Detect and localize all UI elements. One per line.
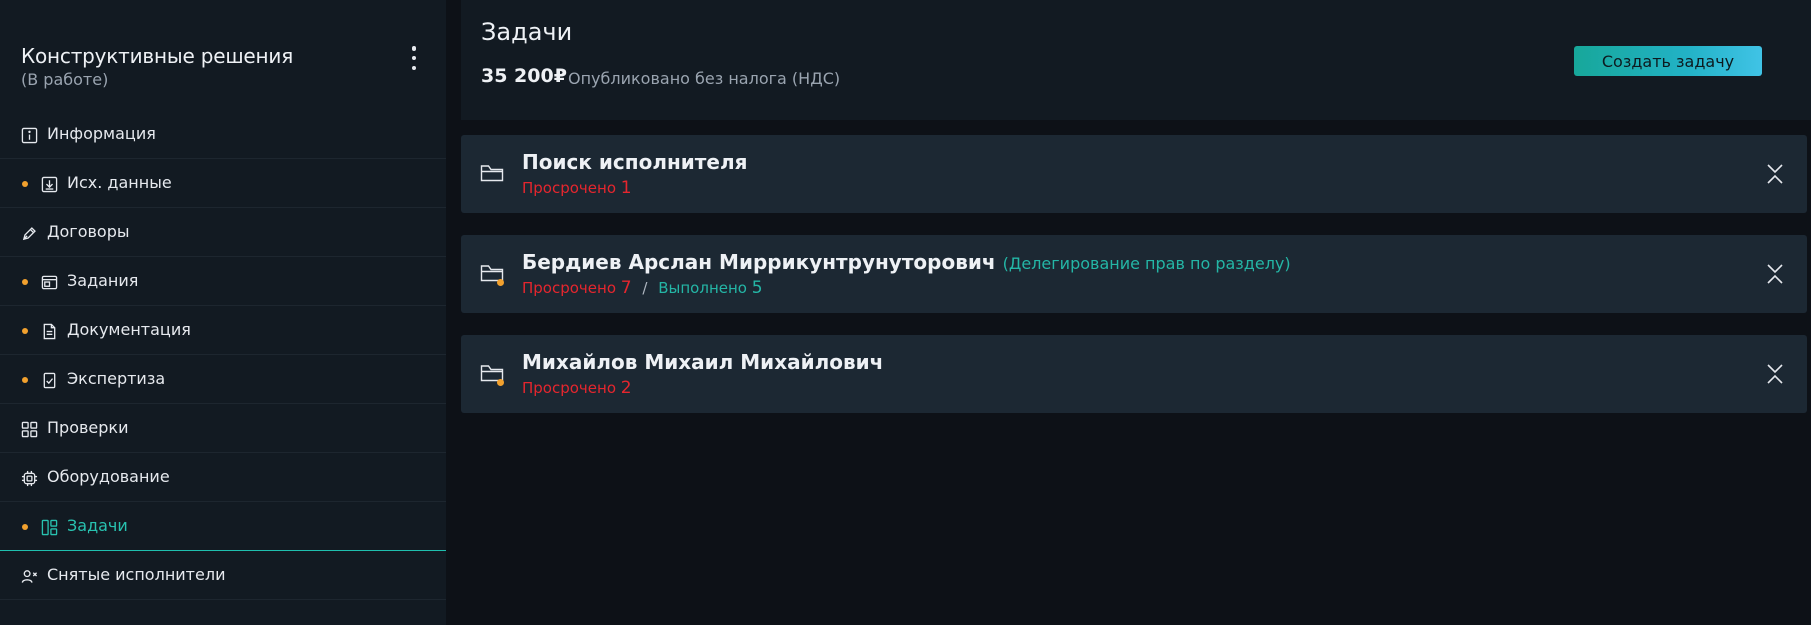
page-title: Задачи bbox=[481, 18, 573, 46]
sidebar-item-label: Информация bbox=[47, 124, 156, 143]
done-count: 5 bbox=[751, 278, 763, 298]
group-status: Просрочено 1 bbox=[522, 178, 632, 198]
board-icon bbox=[40, 518, 58, 536]
group-title: Поиск исполнителя bbox=[522, 150, 748, 174]
project-status: (В работе) bbox=[21, 70, 109, 89]
group-title: Михайлов Михаил Михайлович bbox=[522, 350, 884, 374]
chip-icon bbox=[20, 469, 38, 487]
task-group-search-executor[interactable]: Поиск исполнителя Просрочено 1 bbox=[461, 135, 1807, 213]
tax-note: Опубликовано без налога (НДС) bbox=[568, 69, 841, 88]
done-label: Выполнено bbox=[658, 279, 747, 297]
overdue-label: Просрочено bbox=[522, 279, 616, 297]
notification-dot bbox=[22, 279, 28, 285]
sidebar-item-label: Оборудование bbox=[47, 467, 170, 486]
grid-icon bbox=[20, 420, 38, 438]
window-icon bbox=[40, 273, 58, 291]
collapse-icon[interactable] bbox=[1765, 163, 1785, 185]
sidebar: Конструктивные решения (В работе) Информ… bbox=[0, 0, 446, 625]
group-title: Бердиев Арслан Миррикунтрунуторович (Дел… bbox=[522, 250, 1291, 274]
sidebar-item-label: Исх. данные bbox=[67, 173, 172, 192]
checked-document-icon bbox=[40, 371, 58, 389]
overdue-label: Просрочено bbox=[522, 379, 616, 397]
notification-dot bbox=[497, 279, 504, 286]
notification-dot bbox=[22, 524, 28, 530]
sidebar-item-information[interactable]: Информация bbox=[0, 110, 446, 159]
notification-dot bbox=[22, 377, 28, 383]
sidebar-item-source-data[interactable]: Исх. данные bbox=[0, 159, 446, 208]
sidebar-item-label: Документация bbox=[67, 320, 191, 339]
overdue-count: 1 bbox=[620, 178, 632, 198]
sidebar-item-label: Договоры bbox=[47, 222, 130, 241]
sidebar-item-label: Снятые исполнители bbox=[47, 565, 226, 584]
overdue-count: 7 bbox=[620, 278, 632, 298]
group-title-name: Бердиев Арслан Миррикунтрунуторович bbox=[522, 250, 996, 274]
overdue-count: 2 bbox=[620, 378, 632, 398]
notification-dot bbox=[22, 181, 28, 187]
overdue-label: Просрочено bbox=[522, 179, 616, 197]
project-title: Конструктивные решения bbox=[21, 44, 294, 68]
sidebar-item-label: Задания bbox=[67, 271, 139, 290]
project-header: Конструктивные решения (В работе) bbox=[0, 0, 446, 110]
sidebar-item-equipment[interactable]: Оборудование bbox=[0, 453, 446, 502]
sidebar-item-tasks[interactable]: Задачи bbox=[0, 502, 446, 551]
document-icon bbox=[40, 322, 58, 340]
notification-dot bbox=[497, 379, 504, 386]
notification-dot bbox=[22, 328, 28, 334]
sidebar-item-contracts[interactable]: Договоры bbox=[0, 208, 446, 257]
sidebar-item-label: Экспертиза bbox=[67, 369, 166, 388]
folder-icon bbox=[480, 165, 504, 182]
pen-icon bbox=[20, 224, 38, 242]
sidebar-item-documentation[interactable]: Документация bbox=[0, 306, 446, 355]
download-icon bbox=[40, 175, 58, 193]
create-task-button[interactable]: Создать задачу bbox=[1574, 46, 1762, 76]
sidebar-item-assignments[interactable]: Задания bbox=[0, 257, 446, 306]
sidebar-item-expertise[interactable]: Экспертиза bbox=[0, 355, 446, 404]
status-separator: / bbox=[642, 279, 648, 297]
sidebar-item-checks[interactable]: Проверки bbox=[0, 404, 446, 453]
group-status: Просрочено 2 bbox=[522, 378, 632, 398]
group-status: Просрочено 7 / Выполнено 5 bbox=[522, 278, 763, 298]
sidebar-item-label: Проверки bbox=[47, 418, 129, 437]
task-group-mikhailov[interactable]: Михайлов Михаил Михайлович Просрочено 2 bbox=[461, 335, 1807, 413]
sidebar-item-label: Задачи bbox=[67, 516, 128, 535]
collapse-icon[interactable] bbox=[1765, 363, 1785, 385]
info-icon bbox=[20, 126, 38, 144]
more-options-icon[interactable] bbox=[406, 46, 422, 70]
collapse-icon[interactable] bbox=[1765, 263, 1785, 285]
budget-amount: 35 200₽ bbox=[481, 65, 567, 87]
delegation-note: (Делегирование прав по разделу) bbox=[1002, 254, 1291, 273]
task-group-berdiev[interactable]: Бердиев Арслан Миррикунтрунуторович (Дел… bbox=[461, 235, 1807, 313]
tasks-header: Задачи 35 200₽ Опубликовано без налога (… bbox=[461, 0, 1811, 120]
user-remove-icon bbox=[20, 567, 38, 585]
sidebar-item-removed-executors[interactable]: Снятые исполнители bbox=[0, 551, 446, 600]
